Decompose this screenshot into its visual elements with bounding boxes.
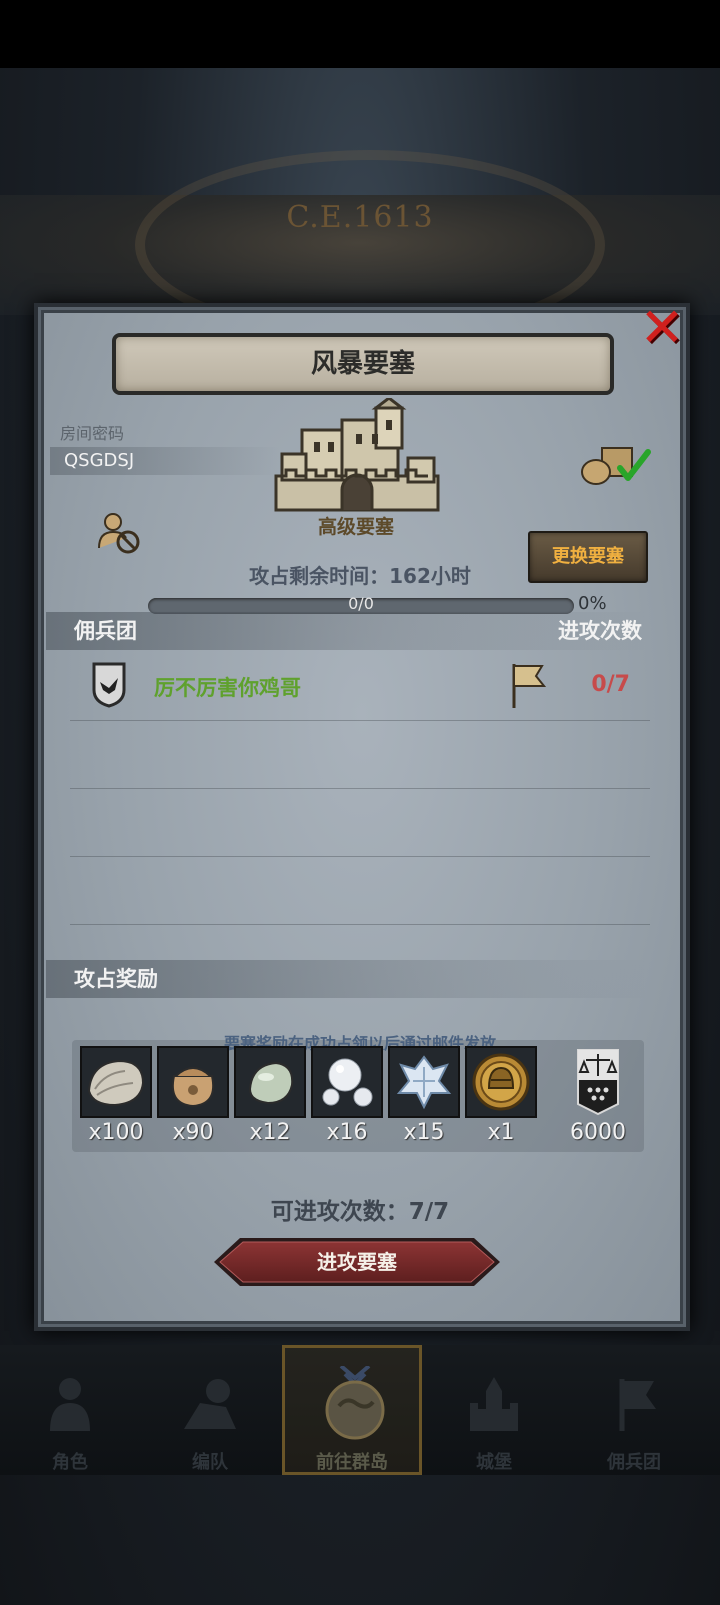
- islands-icon: [325, 1366, 385, 1440]
- fortress-level: 高级要塞: [317, 516, 394, 538]
- helmet-medal-icon: [472, 1053, 530, 1111]
- room-code-label: 房间密码: [60, 424, 125, 443]
- mercenary-header-label: 佣兵团: [74, 619, 137, 643]
- no-person-icon: [98, 513, 140, 554]
- pouch-icon: [171, 1067, 215, 1108]
- reward-item[interactable]: x15: [388, 1046, 460, 1145]
- attack-count-header-label: 进攻次数: [558, 619, 642, 643]
- nav-label-islands: 前往群岛: [316, 1452, 388, 1473]
- mercenary-icon: [619, 1379, 656, 1431]
- year-label: C.E.1613: [286, 200, 434, 235]
- reward-quantity: x16: [326, 1120, 368, 1145]
- reward-slot: [234, 1046, 306, 1118]
- castle-icon: [274, 398, 440, 512]
- loot-bag-icon[interactable]: [580, 440, 652, 488]
- time-remaining-value: 162小时: [389, 564, 471, 588]
- reward-item[interactable]: x1: [465, 1046, 537, 1145]
- mercenary-attack-count: 0/7: [591, 672, 630, 697]
- reward-quantity: x90: [172, 1120, 214, 1145]
- reward-slot: [311, 1046, 383, 1118]
- guild-shield-icon: [92, 662, 126, 708]
- reward-slot: [157, 1046, 229, 1118]
- pearls-icon: [322, 1058, 373, 1107]
- rewards-header-label: 攻占奖励: [74, 967, 158, 991]
- status-bar: [0, 0, 720, 68]
- time-remaining: 攻占剩余时间：162小时: [0, 560, 720, 589]
- reward-item[interactable]: x12: [234, 1046, 306, 1145]
- capture-progress-text: 0/0: [348, 594, 374, 613]
- character-icon: [50, 1378, 90, 1431]
- oyster-icon: [87, 1059, 145, 1107]
- capture-progress-percent: 0%: [578, 593, 607, 614]
- attack-fortress-label[interactable]: 进攻要塞: [212, 1236, 502, 1288]
- flag-icon: [512, 664, 546, 708]
- mercenary-name: 厉不厉害你鸡哥: [154, 676, 301, 700]
- rewards-header: 攻占奖励: [46, 960, 648, 998]
- nav-label-formation: 编队: [192, 1452, 228, 1473]
- dialog-title: 风暴要塞: [112, 333, 614, 395]
- room-code: QSGDSJ: [50, 447, 280, 475]
- close-button[interactable]: ✕: [638, 301, 686, 355]
- nav-label-castle: 城堡: [476, 1452, 512, 1473]
- formation-icon: [184, 1379, 236, 1429]
- castle-nav-icon: [470, 1377, 518, 1431]
- reward-quantity: 6000: [570, 1120, 626, 1145]
- reward-item[interactable]: x100: [80, 1046, 152, 1145]
- row-divider: [70, 856, 650, 857]
- mercenary-header: 佣兵团 进攻次数: [46, 612, 648, 650]
- guild-banner-icon: [577, 1049, 619, 1116]
- row-divider: [70, 924, 650, 925]
- reward-slot: [388, 1046, 460, 1118]
- reward-item[interactable]: x16: [311, 1046, 383, 1145]
- row-divider: [70, 720, 650, 721]
- stone-icon: [248, 1061, 294, 1105]
- attacks-remaining: 可进攻次数：7/7: [270, 1199, 450, 1225]
- reward-slot: [80, 1046, 152, 1118]
- reward-item[interactable]: 6000: [548, 1046, 648, 1145]
- reward-quantity: x15: [403, 1120, 445, 1145]
- nav-label-mercenary: 佣兵团: [607, 1452, 661, 1473]
- reward-quantity: x1: [487, 1120, 515, 1145]
- row-divider: [70, 788, 650, 789]
- nav-label-character: 角色: [52, 1452, 88, 1473]
- reward-item[interactable]: x90: [157, 1046, 229, 1145]
- reward-quantity: x12: [249, 1120, 291, 1145]
- time-remaining-label: 攻占剩余时间：: [249, 564, 390, 588]
- crystal-icon: [396, 1055, 452, 1110]
- reward-slot: [465, 1046, 537, 1118]
- mercenary-row[interactable]: 厉不厉害你鸡哥 0/7: [70, 660, 650, 716]
- reward-slot: [548, 1046, 648, 1118]
- reward-quantity: x100: [88, 1120, 144, 1145]
